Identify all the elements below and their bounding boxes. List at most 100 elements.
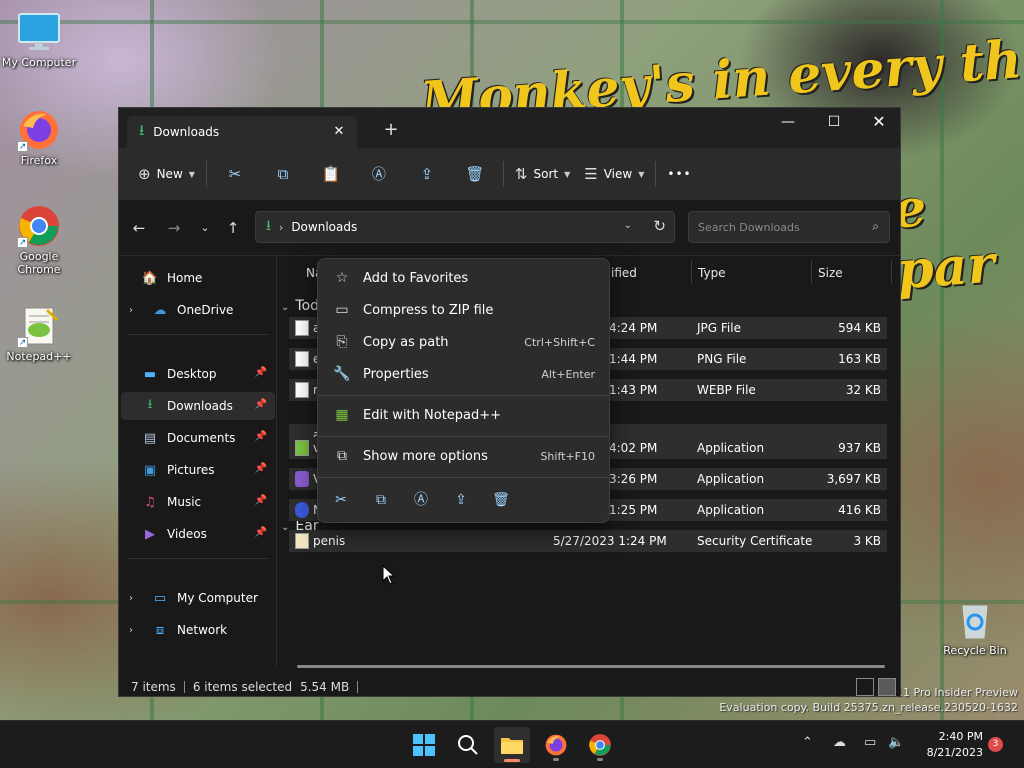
toolbar-divider xyxy=(502,161,504,187)
desktop-icon-firefox[interactable]: ↗ Firefox xyxy=(0,108,78,167)
up-button[interactable]: ↑ xyxy=(219,216,247,240)
delete-button[interactable]: 🗑 xyxy=(488,487,514,513)
nav-item-music[interactable]: ♫ Music 📌 xyxy=(121,488,275,516)
download-icon: ⭳ xyxy=(266,218,271,234)
refresh-icon[interactable]: ↻ xyxy=(653,217,666,235)
file-date: 4:02 PM xyxy=(609,441,658,455)
new-tab-button[interactable]: + xyxy=(377,118,405,142)
menu-item-show-more-options[interactable]: ⧉ Show more options Shift+F10 xyxy=(322,441,607,471)
file-row-penis[interactable]: penis 5/27/2023 1:24 PM Security Certifi… xyxy=(289,530,887,552)
column-divider[interactable] xyxy=(811,260,812,284)
application-icon xyxy=(295,502,309,518)
menu-item-add-to-favorites[interactable]: ☆ Add to Favorites xyxy=(322,263,607,293)
nav-item-my-computer[interactable]: › ▭ My Computer xyxy=(121,584,275,612)
pin-icon[interactable]: 📌 xyxy=(255,431,267,442)
share-button[interactable]: ⇪ xyxy=(448,487,474,513)
chevron-down-icon: ▼ xyxy=(638,169,645,179)
command-bar: ⊕ New ▼ ✂ ⧉ 📋 Ⓐ ⇪ 🗑 ⇅ Sort ▼ ☰ View ▼ ••… xyxy=(119,148,900,200)
close-window-button[interactable]: ✕ xyxy=(856,108,900,136)
taskbar-firefox[interactable] xyxy=(538,727,574,763)
rename-button[interactable]: Ⓐ xyxy=(355,156,403,192)
back-button[interactable]: ← xyxy=(125,216,153,240)
column-header-date[interactable]: ified xyxy=(611,266,637,280)
nav-item-network[interactable]: › ⧈ Network xyxy=(121,616,275,644)
pin-icon[interactable]: 📌 xyxy=(255,399,267,410)
minimize-button[interactable]: — xyxy=(765,108,811,136)
desktop-icon-my-computer[interactable]: My Computer xyxy=(0,10,78,69)
more-options-icon: ⧉ xyxy=(337,448,347,464)
search-input[interactable] xyxy=(698,220,858,234)
menu-item-edit-with-notepadpp[interactable]: ▦ Edit with Notepad++ xyxy=(322,400,607,430)
nav-label: OneDrive xyxy=(177,303,234,317)
tab-downloads[interactable]: ⭳ Downloads ✕ xyxy=(127,116,357,148)
group-header-today[interactable]: ⌄ Tod xyxy=(281,298,319,314)
forward-button[interactable]: → xyxy=(160,216,188,240)
taskbar-chrome[interactable] xyxy=(582,727,618,763)
recent-locations-button[interactable]: ⌄ xyxy=(191,216,219,240)
volume-icon[interactable]: 🔈 xyxy=(888,735,904,750)
menu-item-compress-zip[interactable]: ▭ Compress to ZIP file xyxy=(322,295,607,325)
nav-item-pictures[interactable]: ▣ Pictures 📌 xyxy=(121,456,275,484)
active-indicator xyxy=(504,759,520,762)
maximize-button[interactable]: ☐ xyxy=(811,108,857,136)
taskbar: ⌃ ☁ ▭ 🔈 2:40 PM 8/21/2023 3 xyxy=(0,720,1024,768)
copy-button[interactable]: ⧉ xyxy=(259,156,307,192)
column-header-type[interactable]: Type xyxy=(698,266,726,280)
close-tab-button[interactable]: ✕ xyxy=(329,122,349,142)
nav-item-downloads[interactable]: ⭳ Downloads 📌 xyxy=(121,392,275,420)
share-button[interactable]: ⇪ xyxy=(403,156,451,192)
chevron-right-icon: › xyxy=(129,624,133,636)
taskbar-file-explorer[interactable] xyxy=(494,727,530,763)
chevron-down-icon[interactable]: ⌄ xyxy=(624,220,632,231)
video-icon: ▶ xyxy=(145,526,155,542)
home-icon: 🏠 xyxy=(141,270,159,286)
sort-button[interactable]: ⇅ Sort ▼ xyxy=(508,156,577,192)
clock[interactable]: 2:40 PM 8/21/2023 xyxy=(913,729,983,761)
nav-item-onedrive[interactable]: › ☁ OneDrive xyxy=(121,296,275,324)
nav-label: Videos xyxy=(167,527,207,541)
breadcrumb-downloads[interactable]: Downloads xyxy=(291,220,357,234)
start-button[interactable] xyxy=(406,727,442,763)
cut-button[interactable]: ✂ xyxy=(211,156,259,192)
pin-icon[interactable]: 📌 xyxy=(255,463,267,474)
details-view-button[interactable] xyxy=(856,678,874,696)
more-options-button[interactable]: ••• xyxy=(660,156,698,192)
nav-item-desktop[interactable]: ▬ Desktop 📌 xyxy=(121,360,275,388)
cut-button[interactable]: ✂ xyxy=(328,487,354,513)
file-icon xyxy=(295,382,309,398)
horizontal-scrollbar[interactable] xyxy=(297,665,885,668)
desktop-icon-chrome[interactable]: ↗ Google Chrome xyxy=(0,204,78,276)
search-box[interactable]: ⌕ xyxy=(688,211,890,243)
paste-button[interactable]: 📋 xyxy=(307,156,355,192)
menu-divider xyxy=(318,436,609,437)
desktop-icon-recycle-bin[interactable]: Recycle Bin xyxy=(936,598,1014,657)
nav-item-home[interactable]: 🏠 Home xyxy=(121,264,275,292)
windows-logo-icon xyxy=(413,734,435,756)
column-header-size[interactable]: Size xyxy=(818,266,843,280)
pin-icon[interactable]: 📌 xyxy=(255,495,267,506)
notification-badge[interactable]: 3 xyxy=(988,737,1003,752)
desktop-icon-notepadpp[interactable]: ↗ Notepad++ xyxy=(0,304,78,363)
more-label: ••• xyxy=(667,167,692,181)
search-button[interactable] xyxy=(450,727,486,763)
copy-button[interactable]: ⧉ xyxy=(368,487,394,513)
pin-icon[interactable]: 📌 xyxy=(255,367,267,378)
column-divider[interactable] xyxy=(891,260,892,284)
menu-item-properties[interactable]: 🔧 Properties Alt+Enter xyxy=(322,359,607,389)
pin-icon[interactable]: 📌 xyxy=(255,527,267,538)
rename-button[interactable]: Ⓐ xyxy=(408,487,434,513)
chevron-up-icon[interactable]: ⌃ xyxy=(802,735,813,750)
view-button[interactable]: ☰ View ▼ xyxy=(577,156,651,192)
new-button[interactable]: ⊕ New ▼ xyxy=(131,156,202,192)
menu-item-shortcut: Shift+F10 xyxy=(540,449,595,463)
cloud-offline-icon[interactable]: ☁ xyxy=(833,735,846,750)
address-bar[interactable]: ⭳ › Downloads ⌄ ↻ xyxy=(255,211,675,243)
column-divider[interactable] xyxy=(691,260,692,284)
delete-button[interactable]: 🗑 xyxy=(451,156,499,192)
nav-item-documents[interactable]: ▤ Documents 📌 xyxy=(121,424,275,452)
tiles-view-button[interactable] xyxy=(878,678,896,696)
nav-item-videos[interactable]: ▶ Videos 📌 xyxy=(121,520,275,548)
menu-item-copy-as-path[interactable]: ⎘ Copy as path Ctrl+Shift+C xyxy=(322,327,607,357)
network-icon[interactable]: ▭ xyxy=(864,735,876,750)
picture-icon: ▣ xyxy=(143,462,157,478)
